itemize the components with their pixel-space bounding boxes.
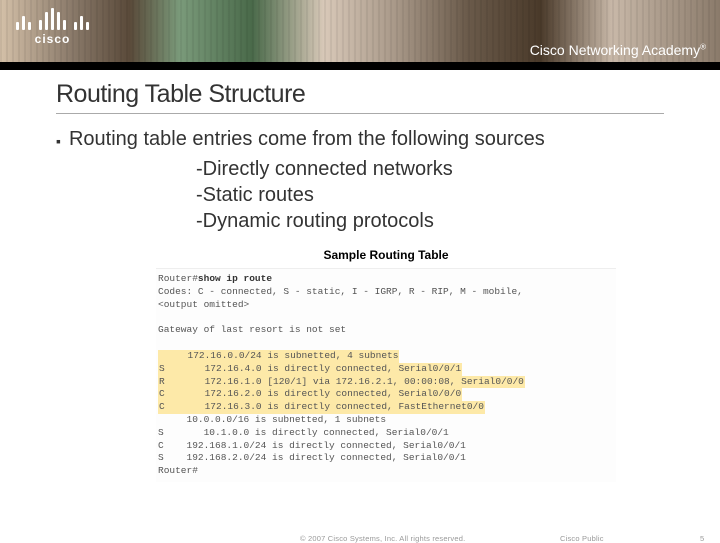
term-line: Router# — [158, 465, 198, 476]
sub-item: -Directly connected networks — [196, 156, 664, 182]
sub-item: -Dynamic routing protocols — [196, 208, 664, 234]
slide-content: Routing Table Structure ▪ Routing table … — [0, 70, 720, 482]
cisco-logo-text: cisco — [35, 32, 71, 46]
cisco-logo-bars-icon — [16, 8, 89, 30]
sub-list: -Directly connected networks -Static rou… — [196, 156, 664, 234]
slide-title: Routing Table Structure — [56, 80, 664, 114]
term-line: S 192.168.2.0/24 is directly connected, … — [158, 452, 466, 463]
figure-title: Sample Routing Table — [156, 248, 616, 262]
bullet-row: ▪ Routing table entries come from the fo… — [56, 128, 664, 154]
cisco-logo: cisco — [16, 8, 89, 46]
term-line: Gateway of last resort is not set — [158, 324, 346, 335]
footer-copyright: © 2007 Cisco Systems, Inc. All rights re… — [300, 534, 465, 543]
bullet-icon: ▪ — [56, 128, 61, 154]
term-line: 10.0.0.0/16 is subnetted, 1 subnets — [158, 414, 386, 425]
bullet-text: Routing table entries come from the foll… — [69, 128, 545, 151]
term-line: Codes: C - connected, S - static, I - IG… — [158, 286, 523, 297]
sub-item: -Static routes — [196, 182, 664, 208]
term-line-highlight: C 172.16.3.0 is directly connected, Fast… — [158, 401, 485, 414]
term-line-highlight: 172.16.0.0/24 is subnetted, 4 subnets — [158, 350, 399, 363]
footer-page-number: 5 — [700, 534, 704, 543]
term-line: S 10.1.0.0 is directly connected, Serial… — [158, 427, 449, 438]
term-line-highlight: C 172.16.2.0 is directly connected, Seri… — [158, 388, 462, 401]
footer-label: Cisco Public — [560, 534, 604, 543]
routing-table-figure: Sample Routing Table Router#show ip rout… — [156, 248, 616, 482]
term-line: Router#show ip route — [158, 273, 272, 284]
terminal-output: Router#show ip route Codes: C - connecte… — [156, 268, 616, 482]
term-line: <output omitted> — [158, 299, 249, 310]
header-banner: cisco Cisco Networking Academy® — [0, 0, 720, 70]
term-line: C 192.168.1.0/24 is directly connected, … — [158, 440, 466, 451]
term-line-highlight: S 172.16.4.0 is directly connected, Seri… — [158, 363, 462, 376]
academy-label: Cisco Networking Academy® — [530, 42, 706, 58]
term-line-highlight: R 172.16.1.0 [120/1] via 172.16.2.1, 00:… — [158, 376, 525, 389]
